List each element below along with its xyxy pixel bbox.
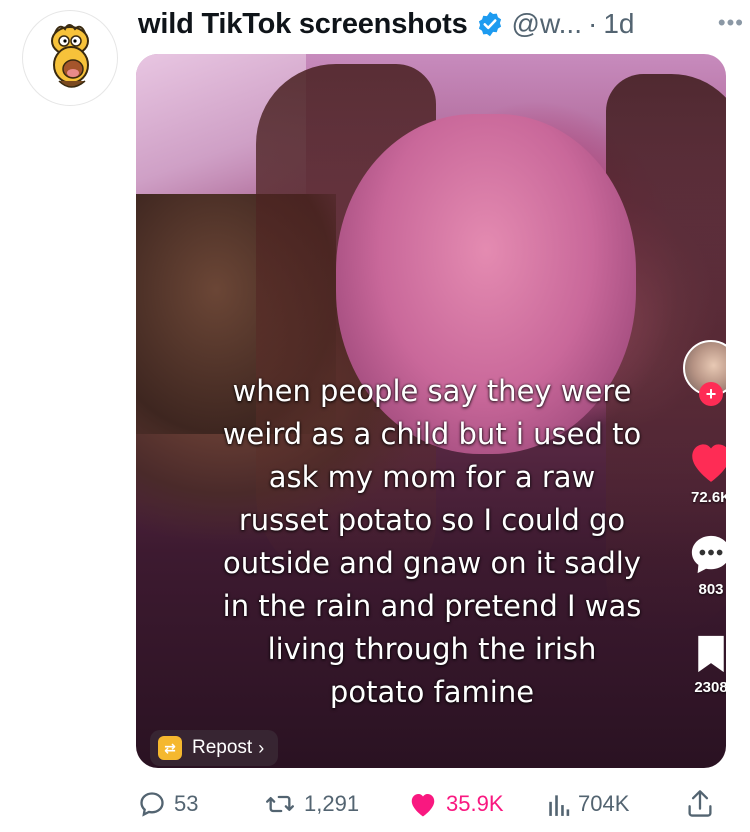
tweet-action-bar: 53 1,291 35.9K 704K [136,784,726,824]
views-count: 704K [578,791,630,816]
tiktok-save[interactable]: 2308 [676,634,726,696]
repost-label: Repost [192,737,253,758]
tiktok-comment-count: 803 [698,581,724,598]
caption-overlay-text: when people say they were weird as a chi… [222,374,642,709]
tiktok-comment[interactable]: 803 [676,532,726,598]
tweet-header: wild TikTok screenshots @w... · 1d [138,2,740,46]
retweet-icon [265,795,294,813]
repost-pill[interactable]: ⇄ Repost › [150,730,279,766]
retweet-button[interactable]: 1,291 [264,784,359,824]
reply-count: 53 [174,791,199,816]
chevron-right-icon: › [258,737,265,758]
tiktok-like[interactable]: 72.6K [676,438,726,506]
bar-chart-icon [549,795,570,816]
author-handle[interactable]: @w... [512,8,582,40]
share-upload-icon [688,790,712,817]
author-avatar[interactable] [22,10,118,106]
like-count: 35.9K [446,791,504,816]
retweet-count: 1,291 [304,791,360,816]
more-options-icon[interactable]: ••• [718,10,744,36]
cartoon-character-avatar-icon [51,24,89,88]
tiktok-screenshot-media[interactable]: when people say they were weird as a chi… [136,54,726,768]
follow-plus-button[interactable]: + [699,382,723,406]
like-button[interactable]: 35.9K [408,784,504,824]
views-button[interactable]: 704K [548,784,629,824]
repost-icon: ⇄ [158,736,182,760]
post-time[interactable]: 1d [603,8,634,40]
reply-bubble-icon [140,792,164,817]
heart-icon [692,444,726,482]
share-button[interactable] [686,784,722,824]
verified-badge-icon [478,11,501,37]
meta-separator: · [587,8,598,39]
comment-bubble-icon [691,535,726,574]
tiktok-save-count: 2308 [694,679,726,696]
author-display-name[interactable]: wild TikTok screenshots [138,8,468,41]
bookmark-icon [698,635,724,673]
reply-button[interactable]: 53 [138,784,198,824]
heart-filled-icon [411,794,435,817]
tiktok-like-count: 72.6K [690,489,726,506]
